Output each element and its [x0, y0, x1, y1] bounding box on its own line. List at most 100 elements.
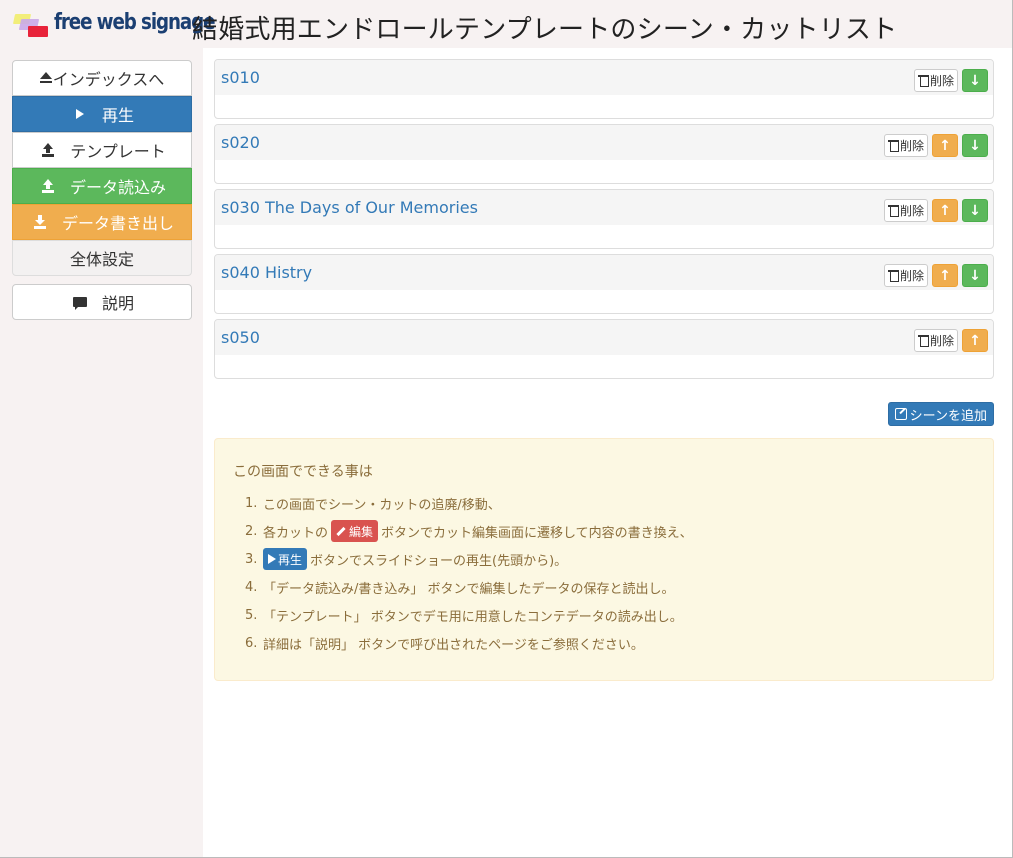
- edit-badge-label: 編集: [349, 524, 374, 539]
- scene-panel: s030 The Days of Our Memories 削除 ↑ ↓: [214, 189, 994, 249]
- move-down-button[interactable]: ↓: [962, 69, 988, 92]
- list-item: 1. この画面でシーン・カットの追廃/移動、: [245, 489, 693, 517]
- list-item: 2. 各カットの 編集 ボタンでカット編集画面に遷移して内容の書き換え、: [245, 517, 693, 545]
- delete-button[interactable]: 削除: [883, 199, 928, 222]
- upload-icon: [38, 179, 58, 193]
- scene-header: s020 削除 ↑ ↓: [215, 125, 993, 161]
- list-number: 3.: [245, 551, 258, 567]
- pencil-icon: [336, 526, 346, 536]
- arrow-up-icon: ↑: [939, 202, 951, 219]
- sidebar: インデックスへ 再生 テンプレート データ読込み データ書き出し 全体設定 説明: [12, 60, 192, 320]
- scene-header: s010 削除 ↓: [215, 60, 993, 96]
- scene-actions: 削除 ↑ ↓: [883, 199, 988, 222]
- scene-title-link[interactable]: s030 The Days of Our Memories: [221, 198, 478, 217]
- arrow-up-icon: ↑: [939, 137, 951, 154]
- scene-panel: s050 削除 ↑: [214, 319, 994, 379]
- settings-button[interactable]: 全体設定: [12, 240, 192, 276]
- info-list: 1. この画面でシーン・カットの追廃/移動、 2. 各カットの 編集 ボタンでカ…: [245, 489, 693, 657]
- scene-title-link[interactable]: s040 Histry: [221, 263, 312, 282]
- template-button-label: テンプレート: [70, 142, 166, 161]
- arrow-up-icon: ↑: [939, 267, 951, 284]
- edit-badge: 編集: [331, 520, 379, 542]
- scene-panel: s040 Histry 削除 ↑ ↓: [214, 254, 994, 314]
- list-item: 6. 詳細は「説明」 ボタンで呼び出されたページをご参照ください。: [245, 629, 693, 657]
- download-icon: [30, 215, 50, 229]
- delete-button[interactable]: 削除: [883, 134, 928, 157]
- scene-list: s010 削除 ↓ s020 削除 ↑ ↓ s030 The Days of O…: [214, 59, 994, 384]
- list-text: ボタンでカット編集画面に遷移して内容の書き換え、: [381, 525, 693, 541]
- play-button-label: 再生: [101, 106, 134, 125]
- arrow-down-icon: ↓: [969, 267, 981, 284]
- delete-button-label: 削除: [899, 139, 924, 153]
- list-item: 3. 再生 ボタンでスライドショーの再生(先頭から)。: [245, 545, 693, 573]
- data-load-button[interactable]: データ読込み: [12, 168, 192, 204]
- list-text: 詳細は「説明」 ボタンで呼び出されたページをご参照ください。: [263, 637, 644, 653]
- list-number: 1.: [245, 495, 258, 511]
- help-button[interactable]: 説明: [12, 284, 192, 320]
- arrow-down-icon: ↓: [969, 137, 981, 154]
- template-button[interactable]: テンプレート: [12, 132, 192, 168]
- eject-icon: [39, 72, 52, 84]
- info-heading: この画面でできる事は: [233, 464, 373, 480]
- list-item: 4. 「データ読込み/書き込み」 ボタンで編集したデータの保存と読出し。: [245, 573, 693, 601]
- play-icon: [70, 109, 90, 119]
- scene-actions: 削除 ↑ ↓: [883, 264, 988, 287]
- scene-actions: 削除 ↓: [913, 69, 988, 92]
- delete-button[interactable]: 削除: [913, 69, 958, 92]
- comment-icon: [70, 297, 90, 310]
- list-text: 「テンプレート」 ボタンでデモ用に用意したコンテデータの読み出し。: [263, 609, 683, 625]
- list-number: 4.: [245, 579, 258, 595]
- scene-panel: s020 削除 ↑ ↓: [214, 124, 994, 184]
- delete-button-label: 削除: [929, 74, 954, 88]
- play-badge-label: 再生: [278, 552, 303, 567]
- logo[interactable]: free web signage: [12, 10, 216, 42]
- scene-actions: 削除 ↑: [913, 329, 988, 352]
- upload-icon: [38, 143, 58, 157]
- logo-mark-icon: [12, 14, 52, 38]
- data-export-button[interactable]: データ書き出し: [12, 204, 192, 240]
- scene-title-link[interactable]: s050: [221, 328, 260, 347]
- trash-icon: [887, 269, 899, 282]
- arrow-up-icon: ↑: [969, 332, 981, 349]
- play-badge: 再生: [263, 548, 308, 570]
- scene-header: s040 Histry 削除 ↑ ↓: [215, 255, 993, 291]
- index-button-label: インデックスへ: [52, 70, 165, 89]
- list-text-pre: 各カットの: [263, 525, 329, 541]
- move-down-button[interactable]: ↓: [962, 199, 988, 222]
- move-up-button[interactable]: ↑: [932, 199, 958, 222]
- index-button[interactable]: インデックスへ: [12, 60, 192, 96]
- list-text: この画面でシーン・カットの追廃/移動、: [263, 497, 501, 513]
- play-button[interactable]: 再生: [12, 96, 192, 132]
- arrow-down-icon: ↓: [969, 202, 981, 219]
- main-panel: s010 削除 ↓ s020 削除 ↑ ↓ s030 The Days of O…: [203, 48, 1012, 857]
- help-button-label: 説明: [101, 294, 134, 313]
- delete-button[interactable]: 削除: [883, 264, 928, 287]
- trash-icon: [887, 139, 899, 152]
- add-scene-button-label: シーンを追加: [909, 408, 987, 424]
- trash-icon: [917, 334, 929, 347]
- scene-title-link[interactable]: s010: [221, 68, 260, 87]
- move-down-button[interactable]: ↓: [962, 264, 988, 287]
- play-icon: [268, 554, 276, 564]
- edit-icon: [894, 408, 907, 420]
- page-title: 結婚式用エンドロールテンプレートのシーン・カットリスト: [192, 15, 898, 45]
- scene-panel: s010 削除 ↓: [214, 59, 994, 119]
- delete-button[interactable]: 削除: [913, 329, 958, 352]
- move-up-button[interactable]: ↑: [932, 134, 958, 157]
- data-export-button-label: データ書き出し: [61, 214, 174, 233]
- list-number: 6.: [245, 635, 258, 651]
- add-scene-button[interactable]: シーンを追加: [887, 402, 994, 426]
- header: free web signage 結婚式用エンドロールテンプレートのシーン・カッ…: [0, 0, 1012, 48]
- scene-title-link[interactable]: s020: [221, 133, 260, 152]
- move-down-button[interactable]: ↓: [962, 134, 988, 157]
- delete-button-label: 削除: [929, 334, 954, 348]
- move-up-button[interactable]: ↑: [962, 329, 988, 352]
- info-box: この画面でできる事は 1. この画面でシーン・カットの追廃/移動、 2. 各カッ…: [214, 438, 994, 681]
- list-item: 5. 「テンプレート」 ボタンでデモ用に用意したコンテデータの読み出し。: [245, 601, 693, 629]
- move-up-button[interactable]: ↑: [932, 264, 958, 287]
- logo-text: free web signage: [54, 10, 216, 35]
- data-load-button-label: データ読込み: [69, 178, 166, 197]
- trash-icon: [917, 74, 929, 87]
- settings-button-label: 全体設定: [69, 250, 134, 269]
- list-number: 2.: [245, 523, 258, 539]
